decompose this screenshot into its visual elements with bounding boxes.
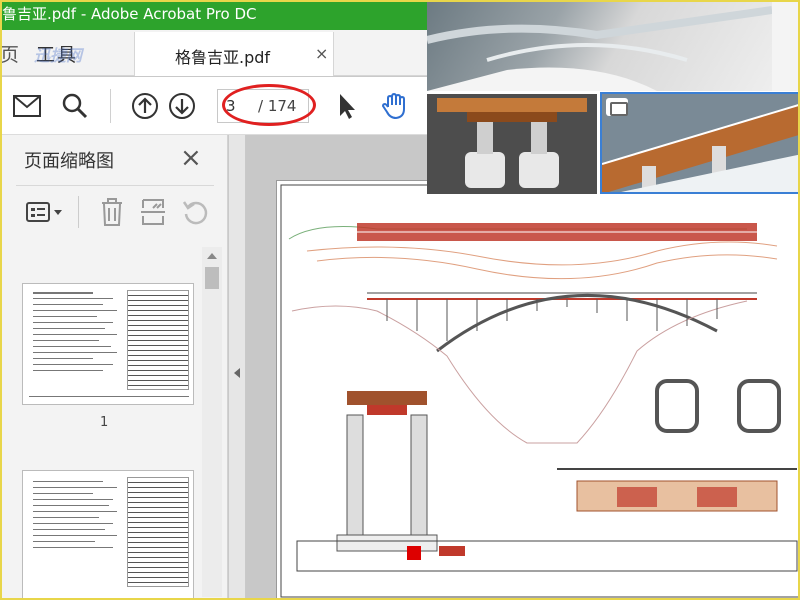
render-photos-overlay xyxy=(427,0,800,194)
page-thumbnail-2[interactable] xyxy=(22,470,194,600)
search-icon[interactable] xyxy=(60,91,90,121)
page-number-field[interactable]: 3 / 174 xyxy=(217,89,309,123)
document-viewer[interactable] xyxy=(246,135,800,600)
thumbnails-scrollbar[interactable] xyxy=(202,247,222,597)
page-total-label: / 174 xyxy=(258,97,297,115)
bridge-drawing xyxy=(280,184,800,598)
panel-tools-separator xyxy=(78,196,79,228)
toolbar-separator xyxy=(110,89,111,123)
bridge-render-photo-deck xyxy=(600,92,800,194)
bridge-render-photo-pier xyxy=(427,94,597,194)
scroll-up-arrow-icon[interactable] xyxy=(207,253,217,259)
tab-home-partial[interactable]: 页 xyxy=(0,40,19,67)
panel-title: 页面缩略图 xyxy=(24,151,114,172)
page-down-icon[interactable] xyxy=(167,91,197,121)
tab-close-button[interactable]: × xyxy=(315,44,328,63)
panel-close-button[interactable]: × xyxy=(180,143,202,173)
panel-toolbar xyxy=(16,185,214,237)
collapse-arrow-icon[interactable] xyxy=(234,368,240,378)
tab-document-label: 格鲁吉亚.pdf xyxy=(175,48,271,67)
mail-icon[interactable] xyxy=(12,91,42,121)
page-thumbnails-panel: 页面缩略图 × 1 xyxy=(0,135,228,600)
panel-collapse-handle[interactable] xyxy=(229,135,245,600)
document-page xyxy=(276,180,800,600)
bridge-render-photo-top xyxy=(427,0,772,91)
page-up-icon[interactable] xyxy=(130,91,160,121)
delete-icon[interactable] xyxy=(100,198,124,226)
image-icon[interactable] xyxy=(606,98,628,116)
hand-tool-icon[interactable] xyxy=(380,91,410,121)
select-cursor-icon[interactable] xyxy=(332,91,362,121)
render-caption-strip xyxy=(772,0,800,91)
page-current-input[interactable]: 3 xyxy=(226,97,236,115)
extract-icon[interactable] xyxy=(140,198,166,226)
rotate-icon[interactable] xyxy=(182,198,210,226)
watermark-text: 迅捷网 xyxy=(34,46,83,65)
scroll-handle[interactable] xyxy=(205,267,219,289)
page-options-icon[interactable] xyxy=(26,198,66,226)
thumbnail-page-number: 1 xyxy=(100,415,109,430)
tab-document[interactable]: 格鲁吉亚.pdf × xyxy=(134,32,334,76)
page-thumbnail-1[interactable] xyxy=(22,283,194,405)
